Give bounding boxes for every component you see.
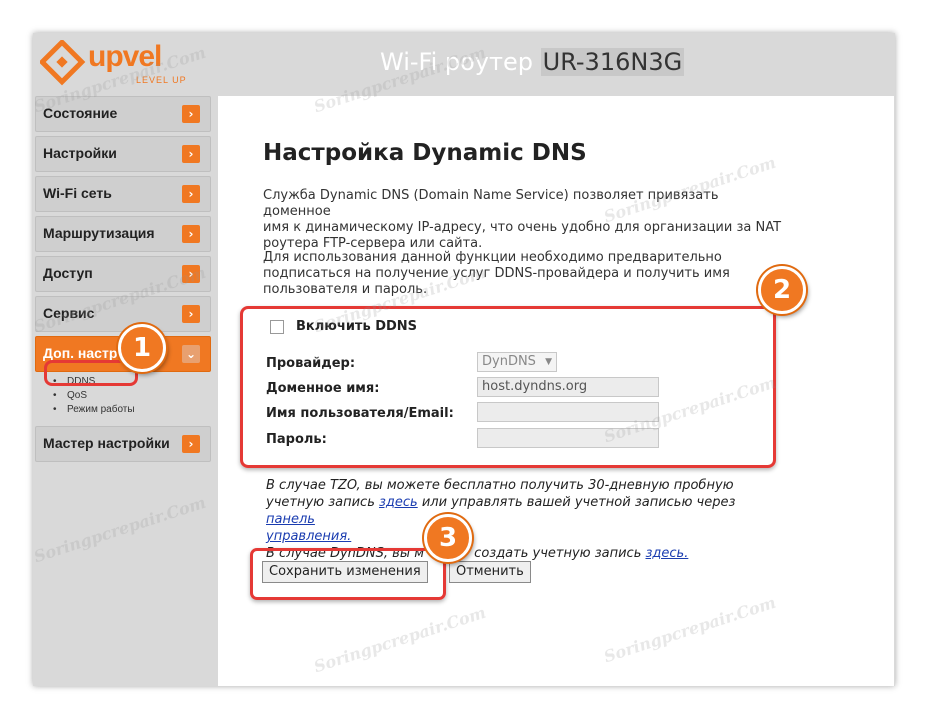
requirement-paragraph: Для использования данной функции необход… xyxy=(263,250,783,298)
description-line: имя к динамическому IP-адресу, что очень… xyxy=(263,220,782,235)
chevron-right-icon: › xyxy=(182,305,200,323)
logo-tagline: LEVEL UP xyxy=(136,75,187,85)
router-model-heading: Wi-Fi роутер UR-316N3G xyxy=(380,48,685,76)
sidebar-item-label: Состояние xyxy=(43,105,118,121)
domain-name-input[interactable]: host.dyndns.org xyxy=(477,377,659,397)
description-line: Служба Dynamic DNS (Domain Name Service)… xyxy=(263,188,719,219)
password-label: Пароль: xyxy=(266,432,327,447)
router-model: UR-316N3G xyxy=(540,48,685,76)
chevron-right-icon: › xyxy=(182,105,200,123)
requirement-line: пользователя и пароль. xyxy=(263,282,428,297)
description-paragraph: Служба Dynamic DNS (Domain Name Service)… xyxy=(263,188,783,252)
submenu-item-mode[interactable]: Режим работы xyxy=(53,404,211,418)
tzo-panel-link-cont[interactable]: управления. xyxy=(266,529,351,544)
tzo-panel-link[interactable]: панель xyxy=(266,512,315,527)
username-input[interactable] xyxy=(477,402,659,422)
requirement-line: Для использования данной функции необход… xyxy=(263,250,722,265)
password-input[interactable] xyxy=(477,428,659,448)
sidebar-item-label: Настройки xyxy=(43,145,117,161)
page-title: Настройка Dynamic DNS xyxy=(263,140,587,166)
sidebar-item-settings[interactable]: Настройки › xyxy=(35,136,211,172)
sidebar-item-label: Доступ xyxy=(43,265,93,281)
chevron-right-icon: › xyxy=(182,185,200,203)
chevron-down-icon: ⌄ xyxy=(182,345,200,363)
chevron-right-icon: › xyxy=(182,265,200,283)
submenu-item-qos[interactable]: QoS xyxy=(53,390,211,404)
sidebar-item-label: Маршрутизация xyxy=(43,225,155,241)
enable-ddns-label: Включить DDNS xyxy=(296,319,418,334)
requirement-line: подписаться на получение услуг DDNS-пров… xyxy=(263,266,730,281)
sidebar-item-label: Мастер настройки xyxy=(43,435,170,451)
tzo-note-line: учетную запись здесь или управлять вашей… xyxy=(266,494,786,528)
heading-prefix: Wi-Fi роутер xyxy=(380,48,541,76)
sidebar-item-status[interactable]: Состояние › xyxy=(35,96,211,132)
sidebar-item-wifi[interactable]: Wi-Fi сеть › xyxy=(35,176,211,212)
sidebar-item-access[interactable]: Доступ › xyxy=(35,256,211,292)
dropdown-arrow-icon: ▼ xyxy=(545,357,552,367)
tzo-text: или управлять вашей учетной записью чере… xyxy=(417,495,736,510)
save-button[interactable]: Сохранить изменения xyxy=(262,561,428,583)
sidebar-item-wizard[interactable]: Мастер настройки › xyxy=(35,426,211,462)
chevron-right-icon: › xyxy=(182,435,200,453)
tzo-register-link[interactable]: здесь xyxy=(379,495,418,510)
logo-text: upvel xyxy=(88,40,162,73)
chevron-right-icon: › xyxy=(182,145,200,163)
dyndns-text: создать учетную запись xyxy=(470,546,646,561)
step-badge-3: 3 xyxy=(424,514,472,562)
provider-select[interactable]: DynDNS ▼ xyxy=(477,352,557,372)
dyndns-register-link[interactable]: здесь. xyxy=(646,546,689,561)
tzo-text: учетную запись xyxy=(266,495,379,510)
tzo-note-line: управления. xyxy=(266,528,786,545)
step-badge-2: 2 xyxy=(758,266,806,314)
enable-ddns-checkbox[interactable] xyxy=(270,320,284,334)
sidebar-item-label: Wi-Fi сеть xyxy=(43,185,112,201)
tzo-note-line: В случае TZO, вы можете бесплатно получи… xyxy=(266,478,734,493)
sidebar: Состояние › Настройки › Wi-Fi сеть › Мар… xyxy=(35,96,211,466)
provider-label: Провайдер: xyxy=(266,356,356,371)
username-label: Имя пользователя/Email: xyxy=(266,406,454,421)
sidebar-item-service[interactable]: Сервис › xyxy=(35,296,211,332)
sidebar-item-label: Сервис xyxy=(43,305,95,321)
cancel-button[interactable]: Отменить xyxy=(449,561,531,583)
domain-label: Доменное имя: xyxy=(266,381,380,396)
sidebar-item-label: Доп. настр xyxy=(43,345,118,361)
step-badge-1: 1 xyxy=(118,324,166,372)
provider-value: DynDNS xyxy=(482,354,536,369)
chevron-right-icon: › xyxy=(182,225,200,243)
sidebar-item-routing[interactable]: Маршрутизация › xyxy=(35,216,211,252)
